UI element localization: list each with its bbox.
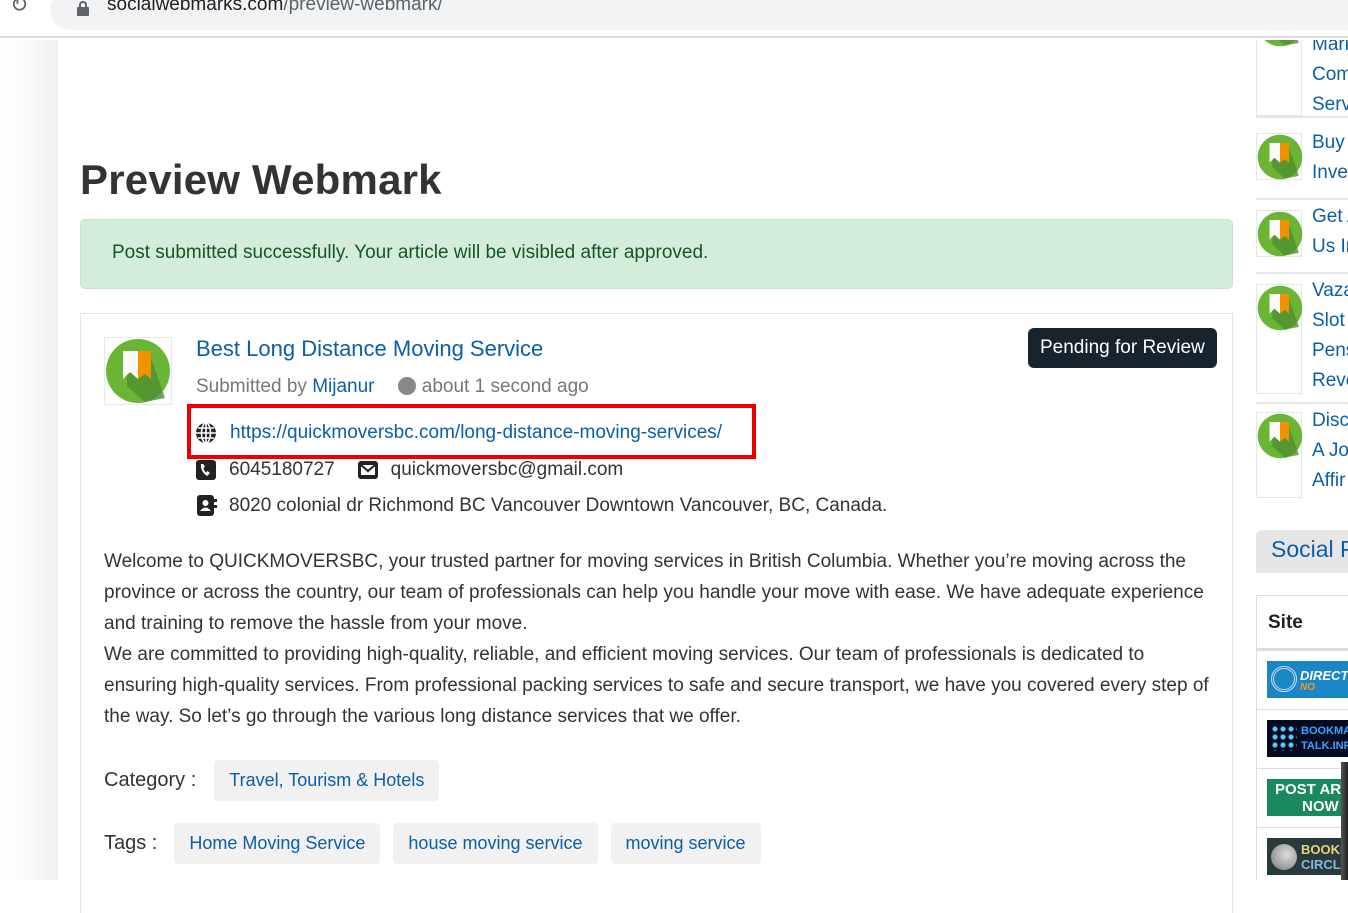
address-book-icon <box>195 495 217 517</box>
email-icon <box>357 459 379 481</box>
description-paragraph: Welcome to QUICKMOVERSBC, your trusted p… <box>104 551 1204 634</box>
post-meta: Submitted by Mijanur about 1 second ago <box>196 376 589 398</box>
recent-webmark-title[interactable]: Get A Us In <box>1312 202 1348 262</box>
logo-subtext: NO <box>1300 682 1315 693</box>
title-line: Get A <box>1312 206 1348 227</box>
post-time: about 1 second ago <box>421 376 589 397</box>
address-bar[interactable]: socialwebmarks.com/preview-webmark/ <box>50 0 1348 30</box>
title-line: Inve <box>1312 162 1348 183</box>
phone-icon <box>195 459 217 481</box>
title-line: Disc <box>1312 410 1348 431</box>
post-title-link[interactable]: Best Long Distance Moving Service <box>196 336 543 362</box>
category-label: Category : <box>104 769 197 791</box>
tags-row: Tags : Home Moving Service house moving … <box>104 823 761 864</box>
title-line: Buy <box>1312 132 1345 153</box>
website-row: https://quickmoversbc.com/long-distance-… <box>195 422 722 444</box>
title-line: Slot <box>1312 310 1345 331</box>
success-alert: Post submitted successfully. Your articl… <box>80 219 1233 289</box>
site-column-header: Site <box>1257 596 1348 651</box>
webmark-thumbnail <box>1256 412 1303 498</box>
website-link[interactable]: https://quickmoversbc.com/long-distance-… <box>230 422 722 444</box>
address-row: 8020 colonial dr Richmond BC Vancouver D… <box>195 495 887 517</box>
site-row[interactable]: BOOKM CIRCLE <box>1257 828 1348 880</box>
recent-webmark-item[interactable]: Mark Com Serv <box>1256 40 1348 118</box>
title-line: Pens <box>1312 340 1348 361</box>
tag-chip[interactable]: house moving service <box>393 823 598 864</box>
site-row[interactable]: BOOKMA TALK.INF <box>1257 710 1348 769</box>
email-address: quickmoversbc@gmail.com <box>390 459 624 480</box>
overlay-edge <box>1341 762 1348 880</box>
category-row: Category : Travel, Tourism & Hotels <box>104 760 440 801</box>
main-content: Preview Webmark Post submitted successfu… <box>58 40 1348 913</box>
browser-toolbar: ↻ socialwebmarks.com/preview-webmark/ <box>0 0 1348 38</box>
title-line: A Jo <box>1312 440 1348 461</box>
recent-webmark-title[interactable]: Buy Inve <box>1312 128 1348 188</box>
logo-text: BOOKMA <box>1301 725 1348 737</box>
bookmark-logo-icon <box>1257 285 1303 331</box>
webmark-thumbnail <box>1256 210 1303 257</box>
webmark-thumbnail <box>1256 133 1303 180</box>
logo-text: DIRECTO <box>1300 668 1348 683</box>
tag-chip[interactable]: moving service <box>610 823 761 864</box>
page-gutter <box>0 40 58 880</box>
post-description: Welcome to QUICKMOVERSBC, your trusted p… <box>104 546 1214 732</box>
title-line: Vaza <box>1312 280 1348 301</box>
recent-webmark-item[interactable]: Buy Inve <box>1256 128 1348 200</box>
bookmark-logo-icon <box>1257 211 1303 257</box>
recent-webmark-title[interactable]: Vaza Slot Pens Reve <box>1312 276 1348 396</box>
url-host: socialwebmarks.com <box>107 0 284 15</box>
webmark-thumbnail <box>1256 40 1302 116</box>
category-chip[interactable]: Travel, Tourism & Hotels <box>214 760 440 801</box>
lock-icon <box>77 1 89 16</box>
logo-text: POST ART <box>1275 781 1348 798</box>
clock-icon <box>397 377 416 395</box>
phone-number: 6045180727 <box>229 459 335 480</box>
bookmark-logo-icon <box>1257 134 1303 180</box>
title-line: Affir <box>1312 470 1346 491</box>
logo-subtext: NOW <box>1302 798 1339 815</box>
bookmark-logo-icon <box>106 339 170 403</box>
recent-webmark-item[interactable]: Get A Us In <box>1256 202 1348 274</box>
title-line: Reve <box>1312 370 1348 391</box>
reload-icon[interactable]: ↻ <box>10 0 36 18</box>
title-line: Us In <box>1312 236 1348 257</box>
recent-webmark-title[interactable]: Disc A Jo Affir <box>1312 406 1348 496</box>
sidebar: Mark Com Serv Buy Inve Get A Us In Vaza … <box>1256 40 1348 880</box>
site-row[interactable]: POST ART NOW <box>1257 769 1348 828</box>
page-title: Preview Webmark <box>80 156 442 203</box>
description-paragraph: We are committed to providing high-quali… <box>104 644 1209 727</box>
webmark-logo <box>104 337 172 405</box>
tag-chip[interactable]: Home Moving Service <box>174 823 381 864</box>
social-platforms-heading: Social P <box>1256 530 1348 573</box>
recent-webmark-item[interactable]: Disc A Jo Affir <box>1256 406 1348 506</box>
submitted-by-label: Submitted by <box>196 376 307 397</box>
title-line: Serv <box>1312 94 1348 115</box>
recent-webmark-title[interactable]: Mark Com Serv <box>1312 40 1348 120</box>
bookmark-circle-logo[interactable]: BOOKM CIRCLE <box>1267 838 1348 875</box>
site-row[interactable]: DIRECTONO <box>1257 651 1348 710</box>
contact-row: 6045180727 quickmoversbc@gmail.com <box>195 459 623 481</box>
bookmark-logo-icon <box>1264 40 1299 47</box>
webmark-thumbnail <box>1256 284 1303 394</box>
logo-subtext: TALK.INF <box>1301 740 1348 752</box>
url-path: /preview-webmark/ <box>283 0 443 15</box>
author-link[interactable]: Mijanur <box>312 376 374 397</box>
post-article-now-logo[interactable]: POST ART NOW <box>1267 779 1348 816</box>
title-line: Com <box>1312 64 1348 85</box>
recent-webmark-item[interactable]: Vaza Slot Pens Reve <box>1256 276 1348 404</box>
webmark-card: Best Long Distance Moving Service Submit… <box>80 313 1233 913</box>
sites-table: Site DIRECTONO BOOKMATALK.INF POST ARTNO… <box>1256 595 1348 880</box>
tags-label: Tags : <box>104 832 158 854</box>
address-text: 8020 colonial dr Richmond BC Vancouver D… <box>229 495 888 516</box>
directory-now-logo[interactable]: DIRECTONO <box>1267 661 1348 698</box>
bookmark-talk-logo[interactable]: BOOKMA TALK.INF <box>1267 720 1348 757</box>
address-bar-url[interactable]: socialwebmarks.com/preview-webmark/ <box>107 0 443 16</box>
globe-icon <box>195 422 217 444</box>
status-badge: Pending for Review <box>1028 328 1217 368</box>
title-line: Mark <box>1312 40 1348 55</box>
bookmark-logo-icon <box>1257 413 1303 459</box>
